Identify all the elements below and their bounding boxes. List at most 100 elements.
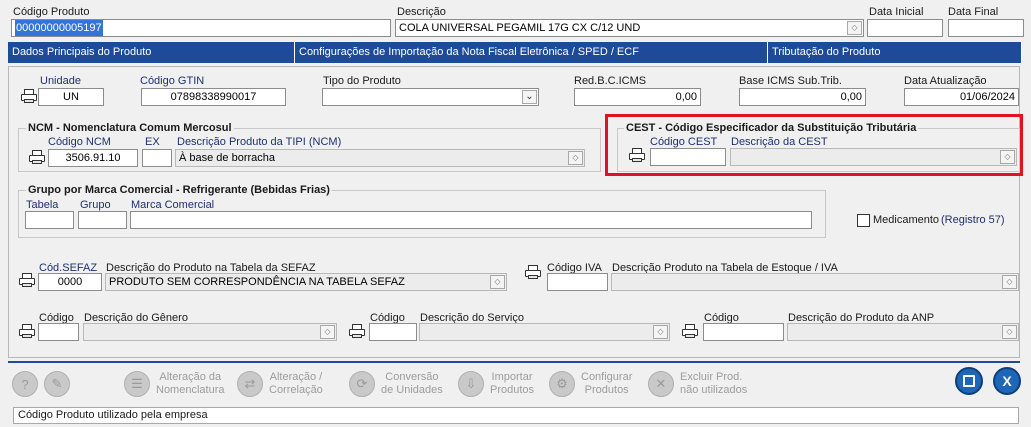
grupo-marca-title: Grupo por Marca Comercial - Refrigerante… xyxy=(26,184,332,196)
medicamento-label[interactable]: Medicamento xyxy=(873,214,939,226)
printer-icon[interactable] xyxy=(524,265,542,279)
codigo-produto-input[interactable]: 00000000005197 xyxy=(11,19,391,37)
correlacao-icon: ⇄ xyxy=(237,371,263,397)
conversao-line2: de Unidades xyxy=(381,384,443,396)
unidade-input[interactable]: UN xyxy=(38,88,104,106)
gtin-label: Código GTIN xyxy=(140,75,205,87)
codigo-produto-label: Código Produto xyxy=(13,6,90,18)
close-icon: X xyxy=(1002,373,1012,389)
close-button[interactable]: X xyxy=(993,367,1021,395)
scroll-arrow-icon[interactable]: ◇ xyxy=(568,151,583,165)
printer-icon[interactable] xyxy=(28,150,46,164)
scroll-arrow-icon[interactable]: ◇ xyxy=(320,325,335,339)
printer-icon[interactable] xyxy=(18,324,36,338)
data-atualizacao-label: Data Atualização xyxy=(904,75,987,87)
desc-anp-input: ◇ xyxy=(787,323,1019,341)
data-inicial-input[interactable] xyxy=(867,19,943,37)
tipo-produto-select[interactable]: ⌄ xyxy=(322,88,539,106)
chevron-down-icon[interactable]: ⌄ xyxy=(522,90,537,104)
printer-icon[interactable] xyxy=(348,324,366,338)
gear-icon: ⚙ xyxy=(549,371,575,397)
cod-sefaz-input[interactable]: 0000 xyxy=(38,273,102,291)
gtin-input[interactable]: 07898338990017 xyxy=(141,88,286,106)
codigo-anp-input[interactable] xyxy=(703,323,784,341)
configurar-line1: Configurar xyxy=(581,371,633,383)
redbc-label: Red.B.C.ICMS xyxy=(574,75,647,87)
desc-sefaz-value: PRODUTO SEM CORRESPONDÊNCIA NA TABELA SE… xyxy=(109,276,405,288)
importar-line2: Produtos xyxy=(490,384,535,396)
conversao-line1: Conversão xyxy=(385,371,439,383)
edit-icon: ✎ xyxy=(44,371,70,397)
codigo-servico-input[interactable] xyxy=(369,323,417,341)
scroll-arrow-icon[interactable]: ◇ xyxy=(653,325,668,339)
redbc-input[interactable]: 0,00 xyxy=(574,88,701,106)
grupo-input[interactable] xyxy=(78,211,127,229)
data-atualizacao-input[interactable]: 01/06/2024 xyxy=(904,88,1019,106)
desc-sefaz-input: PRODUTO SEM CORRESPONDÊNCIA NA TABELA SE… xyxy=(105,273,507,291)
alteracao-nomenclatura-line2: Nomenclatura xyxy=(156,384,225,396)
scroll-arrow-icon[interactable]: ◇ xyxy=(847,21,862,35)
descricao-value: COLA UNIVERSAL PEGAMIL 17G CX C/12 UND xyxy=(399,22,641,34)
desc-servico-input: ◇ xyxy=(419,323,670,341)
data-final-label: Data Final xyxy=(948,6,999,18)
data-final-input[interactable] xyxy=(948,19,1024,37)
alteracao-nomenclatura-button[interactable]: ☰ Alteração da Nomenclatura xyxy=(124,367,224,401)
ex-input[interactable] xyxy=(142,149,172,167)
unidade-label: Unidade xyxy=(40,75,81,87)
base-icms-input[interactable]: 0,00 xyxy=(739,88,866,106)
toolbar-separator xyxy=(8,361,1020,363)
tab-configuracoes-importacao[interactable]: Configurações de Importação da Nota Fisc… xyxy=(295,42,768,63)
status-bar: Código Produto utilizado pela empresa xyxy=(13,407,1019,424)
descricao-label: Descrição xyxy=(397,6,446,18)
desc-ncm-input: À base de borracha ◇ xyxy=(175,149,585,167)
codigo-ncm-label: Código NCM xyxy=(48,136,111,148)
scroll-arrow-icon[interactable]: ◇ xyxy=(1002,275,1017,289)
scroll-arrow-icon[interactable]: ◇ xyxy=(490,275,505,289)
data-inicial-label: Data Inicial xyxy=(869,6,924,18)
ex-label: EX xyxy=(145,136,160,148)
alteracao-correlacao-button[interactable]: ⇄ Alteração / Correlação xyxy=(237,367,323,401)
printer-icon[interactable] xyxy=(18,273,36,287)
codigo-genero-input[interactable] xyxy=(38,323,79,341)
save-icon xyxy=(963,375,975,387)
alteracao-nomenclatura-line1: Alteração da xyxy=(159,371,222,383)
tab-tributacao[interactable]: Tributação do Produto xyxy=(768,42,1022,63)
desc-genero-input: ◇ xyxy=(83,323,337,341)
cest-highlight-box xyxy=(605,114,1023,176)
help-button[interactable]: ? xyxy=(12,367,38,401)
marca-label: Marca Comercial xyxy=(131,199,215,211)
edit-button[interactable]: ✎ xyxy=(44,367,70,401)
codigo-produto-value: 00000000005197 xyxy=(15,20,103,36)
save-button[interactable] xyxy=(955,367,983,395)
desc-ncm-value: À base de borracha xyxy=(179,152,276,164)
desc-ncm-label: Descrição Produto da TIPI (NCM) xyxy=(177,136,342,148)
importar-line1: Importar xyxy=(491,371,533,383)
ncm-group-title: NCM - Nomenclatura Comum Mercosul xyxy=(26,122,234,134)
tipo-produto-label: Tipo do Produto xyxy=(323,75,401,87)
codigo-ncm-input[interactable]: 3506.91.10 xyxy=(48,149,138,167)
medicamento-checkbox[interactable] xyxy=(857,214,870,227)
tab-dados-principais[interactable]: Dados Principais do Produto xyxy=(8,42,295,63)
descricao-input[interactable]: COLA UNIVERSAL PEGAMIL 17G CX C/12 UND ◇ xyxy=(395,19,864,37)
configurar-line2: Produtos xyxy=(584,384,629,396)
conversao-icon: ⟳ xyxy=(349,371,375,397)
printer-icon[interactable] xyxy=(20,89,38,103)
excluir-produtos-button[interactable]: ✕ Excluir Prod. não utilizados xyxy=(648,367,747,401)
scroll-arrow-icon[interactable]: ◇ xyxy=(1002,325,1017,339)
delete-icon: ✕ xyxy=(648,371,674,397)
marca-input[interactable] xyxy=(130,211,812,229)
tabela-input[interactable] xyxy=(25,211,74,229)
configurar-produtos-button[interactable]: ⚙ Configurar Produtos xyxy=(549,367,632,401)
excluir-line1: Excluir Prod. xyxy=(680,371,743,383)
excluir-line2: não utilizados xyxy=(680,384,748,396)
nomenclatura-icon: ☰ xyxy=(124,371,150,397)
printer-icon[interactable] xyxy=(681,324,699,338)
alteracao-correlacao-line1: Alteração / xyxy=(269,371,323,383)
desc-iva-input: ◇ xyxy=(611,273,1019,291)
base-icms-label: Base ICMS Sub.Trib. xyxy=(739,75,842,87)
alteracao-correlacao-line2: Correlação xyxy=(269,384,323,396)
codigo-iva-input[interactable] xyxy=(547,273,608,291)
importar-produtos-button[interactable]: ⇩ Importar Produtos xyxy=(458,367,534,401)
import-icon: ⇩ xyxy=(458,371,484,397)
conversao-unidades-button[interactable]: ⟳ Conversão de Unidades xyxy=(349,367,443,401)
